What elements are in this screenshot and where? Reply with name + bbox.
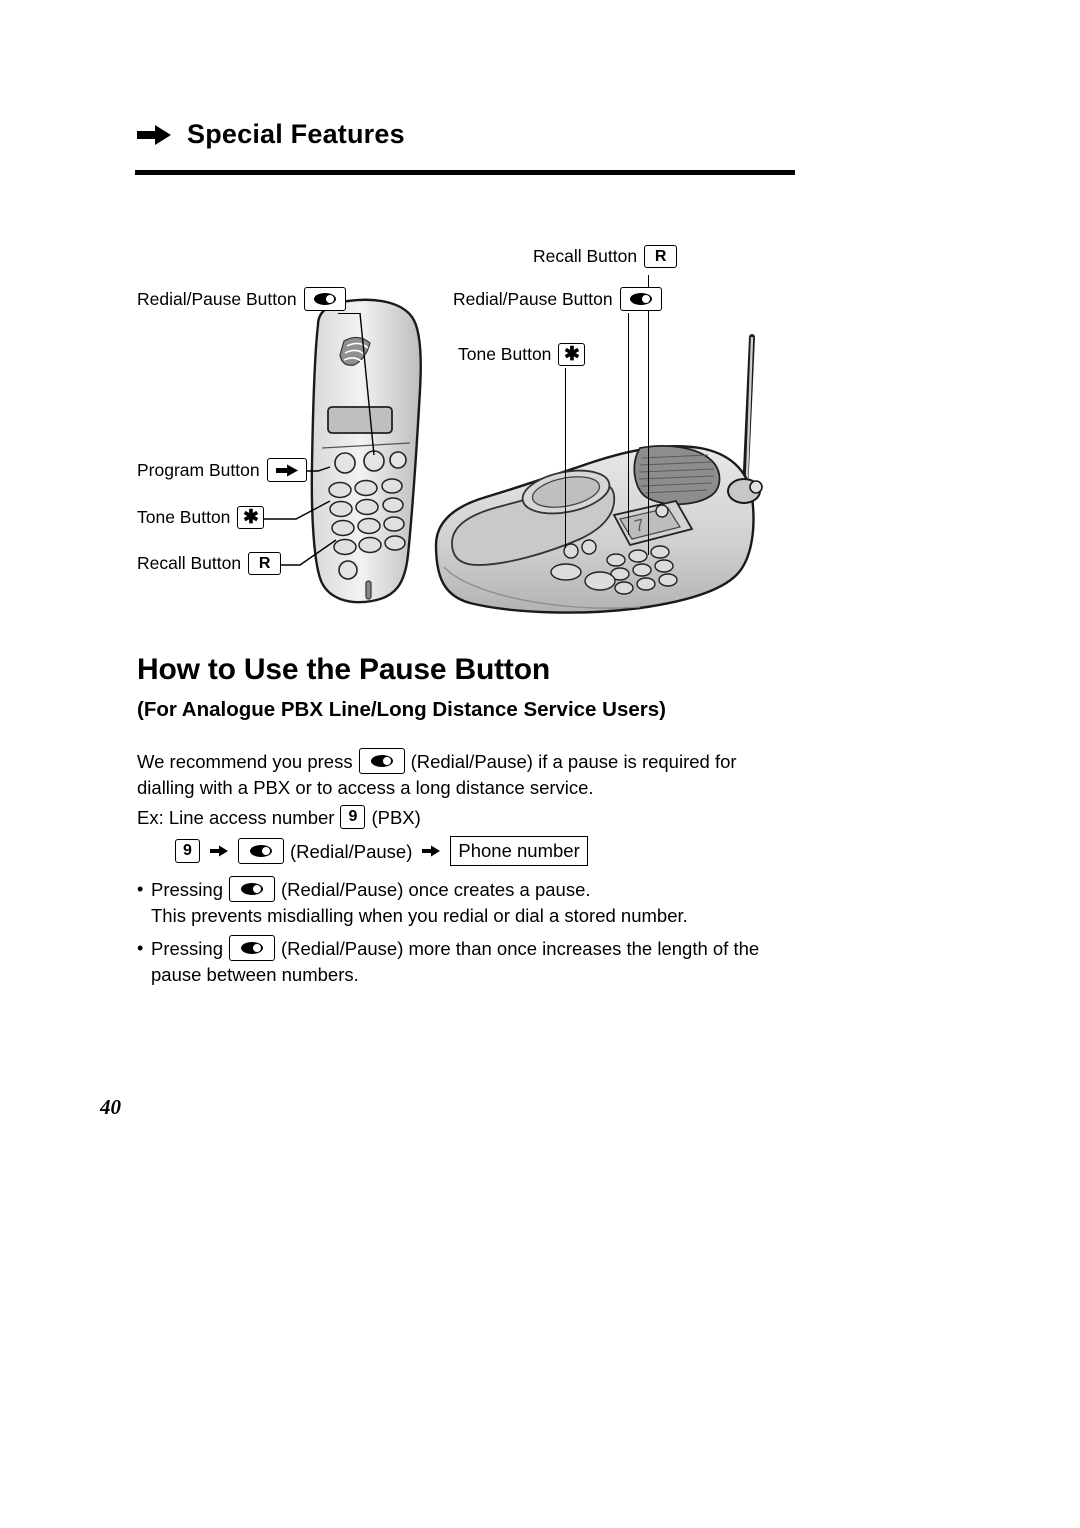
redial-pause-key-icon	[228, 876, 275, 902]
bullet-text: This prevents misdialling when you redia…	[151, 905, 688, 926]
leader-base-tone	[565, 368, 567, 548]
bullet-icon: •	[137, 938, 144, 958]
example-prefix: Ex: Line access number	[137, 806, 335, 828]
bullet-line: pause between numbers.	[151, 963, 937, 986]
header-divider	[135, 170, 795, 175]
label-base-redial: Redial/Pause Button	[453, 287, 662, 311]
example-suffix: (PBX)	[371, 806, 421, 828]
manual-page: Special Features 7 Recall Button R Redia…	[0, 0, 1080, 1528]
bullet-text: pause between numbers.	[151, 964, 359, 985]
right-arrow-icon	[421, 844, 441, 858]
phone-diagram: 7 Recall Button R Redial/Pause Button To…	[0, 215, 1080, 635]
label-handset-recall: Recall Button R	[137, 552, 282, 575]
bullet-item-1: • Pressing (Redial/Pause) once creates a…	[137, 876, 937, 929]
right-arrow-icon	[209, 844, 229, 858]
digit-9-key-icon: 9	[340, 805, 366, 829]
paragraph-line-1: We recommend you press (Redial/Pause) if…	[137, 748, 937, 774]
bullet-item-2: • Pressing (Redial/Pause) more than once…	[137, 935, 937, 988]
svg-text:7: 7	[633, 515, 647, 536]
paragraph-text: dialling with a PBX or to access a long …	[137, 777, 594, 798]
paragraph-text: We recommend you press	[137, 750, 353, 772]
label-text: Recall Button	[533, 246, 638, 266]
example-line: Ex: Line access number 9 (PBX)	[137, 805, 937, 829]
tone-star-key-icon: ✱	[558, 343, 586, 366]
redial-pause-key-icon	[238, 838, 284, 864]
redial-pause-key-icon	[228, 935, 275, 961]
section-title: How to Use the Pause Button	[137, 653, 550, 686]
leader-base-recall	[648, 275, 650, 555]
label-text: Redial/Pause Button	[453, 288, 613, 309]
label-text: Redial/Pause Button	[137, 288, 297, 309]
bullet-line: This prevents misdialling when you redia…	[151, 904, 937, 927]
bullet-icon: •	[137, 879, 144, 899]
digit-9-key-icon: 9	[175, 839, 200, 863]
bullet-text: (Redial/Pause) more than once increases …	[280, 937, 760, 959]
label-base-recall: Recall Button R	[533, 245, 678, 268]
label-text: Program Button	[137, 459, 260, 480]
page-number: 40	[100, 1095, 121, 1119]
bullet-text: Pressing	[151, 937, 223, 959]
recall-key-icon: R	[248, 552, 282, 575]
section-body: We recommend you press (Redial/Pause) if…	[137, 748, 937, 988]
sequence-line: 9 (Redial/Pause) Phone number	[175, 836, 937, 866]
label-handset-tone: Tone Button ✱	[137, 506, 265, 529]
paragraph-text: (Redial/Pause) if a pause is required fo…	[410, 750, 737, 772]
page-header: Special Features	[135, 119, 795, 175]
bullet-text: (Redial/Pause) once creates a pause.	[280, 878, 591, 900]
label-base-tone: Tone Button ✱	[458, 343, 586, 366]
bullet-text: Pressing	[151, 878, 223, 900]
section-subtitle: (For Analogue PBX Line/Long Distance Ser…	[137, 698, 666, 721]
label-text: Tone Button	[458, 344, 552, 364]
tone-star-key-icon: ✱	[237, 506, 265, 529]
sequence-label: (Redial/Pause)	[290, 840, 413, 862]
label-text: Recall Button	[137, 553, 242, 573]
phone-number-box: Phone number	[450, 836, 588, 866]
leader-handset-redial	[338, 313, 360, 315]
page-title: Special Features	[187, 119, 405, 149]
label-text: Tone Button	[137, 507, 231, 527]
redial-pause-key-icon	[358, 748, 405, 774]
paragraph-line-2: dialling with a PBX or to access a long …	[137, 776, 937, 799]
redial-pause-key-icon	[303, 287, 346, 311]
right-arrow-icon	[135, 122, 173, 148]
leader-base-redial	[628, 313, 630, 535]
label-handset-redial: Redial/Pause Button	[137, 287, 346, 311]
redial-pause-key-icon	[619, 287, 662, 311]
recall-key-icon: R	[644, 245, 678, 268]
label-handset-program: Program Button	[137, 458, 307, 482]
bullet-line: Pressing (Redial/Pause) more than once i…	[151, 935, 937, 961]
bullet-line: Pressing (Redial/Pause) once creates a p…	[151, 876, 937, 902]
program-arrow-key-icon	[266, 458, 307, 482]
